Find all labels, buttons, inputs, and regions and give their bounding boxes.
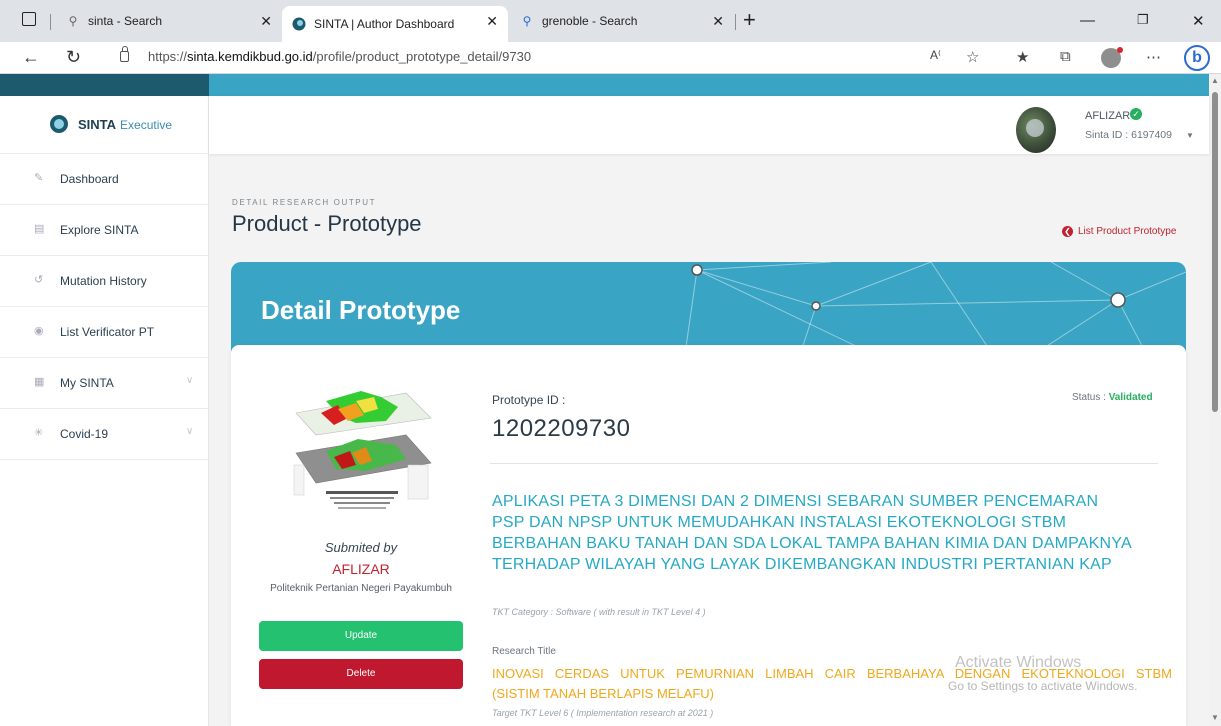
submitted-by-label: Submited by — [324, 540, 398, 555]
prototype-id-value: 1202209730 — [492, 415, 631, 442]
sidebar-item-label: Mutation History — [60, 274, 147, 288]
document-icon: ▤ — [34, 223, 45, 235]
sidebar-item-label: List Verificator PT — [60, 325, 155, 339]
top-strip — [0, 74, 1209, 96]
more-menu-icon[interactable]: ⋯ — [1146, 48, 1161, 66]
institution-name: Politeknik Pertanian Negeri Payakumbuh — [270, 583, 452, 594]
scroll-up-icon[interactable]: ▲ — [1211, 76, 1219, 85]
prototype-id-label: Prototype ID : — [492, 393, 566, 407]
url-host: sinta.kemdikbud.go.id — [187, 49, 313, 64]
tab-separator — [50, 14, 51, 30]
sidebar-item-dashboard[interactable]: ✎ Dashboard — [0, 154, 208, 205]
lock-icon[interactable] — [120, 46, 129, 62]
list-product-prototype-link[interactable]: ❮ List Product Prototype — [1062, 226, 1176, 237]
top-strip-sidebar — [0, 74, 209, 96]
close-icon[interactable]: ✕ — [260, 13, 272, 30]
user-name[interactable]: AFLIZAR — [1085, 110, 1130, 122]
top-header — [209, 96, 1209, 154]
brand[interactable]: SINTA Executive — [0, 96, 208, 154]
refresh-icon[interactable]: ↻ — [66, 47, 81, 68]
page-kicker: DETAIL RESEARCH OUTPUT — [232, 198, 377, 207]
tab-separator — [735, 14, 736, 30]
tab-grenoble-search[interactable]: ⚲ grenoble - Search ✕ — [508, 6, 734, 36]
grid-icon: ▦ — [34, 376, 45, 388]
user-icon: ◉ — [34, 325, 44, 337]
url-field[interactable]: https://sinta.kemdikbud.go.id/profile/pr… — [148, 49, 531, 64]
search-icon: ⚲ — [522, 14, 532, 28]
status-label: Status : — [1072, 392, 1106, 403]
close-icon[interactable]: ✕ — [712, 13, 724, 30]
url-path: /profile/product_prototype_detail/9730 — [312, 49, 532, 64]
restore-icon[interactable]: ❐ — [1137, 12, 1149, 28]
tab-sinta-search[interactable]: ⚲ sinta - Search ✕ — [60, 6, 282, 36]
tab-label: SINTA | Author Dashboard — [314, 17, 455, 31]
prototype-title: APLIKASI PETA 3 DIMENSI DAN 2 DIMENSI SE… — [492, 493, 1131, 573]
sidebar-item-label: Dashboard — [60, 172, 119, 186]
research-title-label: Research Title — [492, 646, 556, 657]
caret-down-icon[interactable]: ▼ — [1186, 131, 1194, 140]
tab-sinta-dashboard[interactable]: SINTA | Author Dashboard ✕ — [282, 6, 508, 42]
read-aloud-icon[interactable]: A⁽ — [930, 48, 941, 62]
sinta-logo-icon — [50, 115, 68, 133]
sidebar: SINTA Executive ✎ Dashboard ▤ Explore SI… — [0, 96, 209, 726]
url-prefix: https:// — [148, 49, 188, 64]
bing-icon[interactable]: b — [1184, 45, 1210, 71]
banner-title: Detail Prototype — [261, 295, 461, 325]
sinta-logo-icon — [292, 17, 306, 31]
favorite-add-icon[interactable]: ☆ — [966, 48, 979, 66]
address-bar: ← ↻ https://sinta.kemdikbud.go.id/profil… — [0, 42, 1221, 74]
tkt-category: TKT Category : Software ( with result in… — [492, 607, 706, 617]
back-arrow-icon[interactable]: ← — [22, 47, 40, 68]
sidebar-item-label: My SINTA — [60, 376, 114, 390]
sidebar-item-label: Covid-19 — [60, 427, 109, 441]
new-tab-icon[interactable]: + — [743, 9, 756, 31]
chevron-down-icon: ∨ — [186, 375, 194, 386]
sidebar-item-my-sinta[interactable]: ▦ My SINTA ∨ — [0, 358, 208, 409]
brand-sub: Executive — [120, 117, 173, 132]
delete-button[interactable]: Delete — [259, 659, 463, 689]
divider — [490, 463, 1158, 464]
windows-watermark-subtitle: Go to Settings to activate Windows. — [948, 679, 1138, 693]
brand-name: SINTA — [78, 117, 117, 132]
close-icon[interactable]: ✕ — [486, 13, 498, 30]
favorites-icon[interactable]: ★ — [1016, 48, 1029, 66]
sidebar-item-label: Explore SINTA — [60, 223, 139, 237]
research-title-line-2: (SISTIM TANAH BERLAPIS MELAFU) — [492, 686, 715, 701]
history-icon: ↺ — [34, 274, 44, 286]
prototype-thumbnail[interactable] — [286, 373, 436, 518]
sinta-id[interactable]: Sinta ID : 6197409 — [1085, 129, 1172, 141]
virus-icon: ✳ — [34, 427, 44, 439]
avatar[interactable] — [1016, 107, 1056, 153]
page-title: Product - Prototype — [232, 211, 422, 236]
target-tkt: Target TKT Level 6 ( Implementation rese… — [492, 708, 714, 718]
page-scrollbar[interactable]: ▲ ▼ — [1209, 74, 1221, 726]
status-value: Validated — [1108, 392, 1153, 403]
status-badge: Status : Validated — [1072, 392, 1153, 403]
profile-avatar-icon[interactable] — [1101, 47, 1123, 68]
minimize-icon[interactable]: — — [1080, 12, 1095, 29]
back-link-label: List Product Prototype — [1078, 226, 1177, 237]
scroll-thumb[interactable] — [1212, 92, 1218, 412]
windows-watermark-title: Activate Windows — [955, 654, 1082, 671]
tab-actions-icon[interactable] — [22, 12, 36, 26]
sidebar-item-mutation-history[interactable]: ↺ Mutation History — [0, 256, 208, 307]
pencil-icon: ✎ — [34, 172, 44, 184]
window-close-icon[interactable]: ✕ — [1192, 12, 1205, 30]
sidebar-item-explore-sinta[interactable]: ▤ Explore SINTA — [0, 205, 208, 256]
update-button[interactable]: Update — [259, 621, 463, 651]
tab-label: sinta - Search — [88, 14, 163, 28]
browser-tab-bar: ⚲ sinta - Search ✕ SINTA | Author Dashbo… — [0, 0, 1221, 42]
search-icon: ⚲ — [68, 14, 78, 28]
chevron-down-icon: ∨ — [186, 426, 194, 437]
scroll-down-icon[interactable]: ▼ — [1211, 713, 1219, 722]
sidebar-item-list-verificator[interactable]: ◉ List Verificator PT — [0, 307, 208, 358]
submitter-name[interactable]: AFLIZAR — [231, 561, 491, 577]
arrow-left-circle-icon: ❮ — [1062, 226, 1073, 237]
tab-label: grenoble - Search — [542, 14, 638, 28]
sidebar-item-covid-19[interactable]: ✳ Covid-19 ∨ — [0, 409, 208, 460]
collections-icon[interactable]: ⧉ — [1060, 48, 1071, 65]
verified-check-icon: ✓ — [1130, 108, 1142, 120]
